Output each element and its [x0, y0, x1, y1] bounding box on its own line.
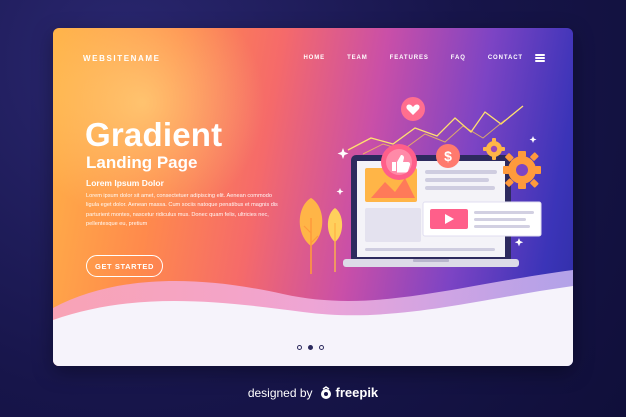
- video-card: [422, 201, 542, 237]
- credit-prefix: designed by: [247, 385, 313, 400]
- slider-dot-1[interactable]: [297, 345, 302, 350]
- landing-card: WEBSITENAME HOME TEAM FEATURES FAQ CONTA…: [53, 28, 573, 366]
- slider-dot-2[interactable]: [308, 345, 313, 350]
- svg-text:$: $: [444, 148, 452, 164]
- credit: designed by freepik: [0, 385, 626, 400]
- freepik-logo[interactable]: freepik: [319, 385, 379, 400]
- slider-dot-3[interactable]: [319, 345, 324, 350]
- heart-icon: [401, 97, 425, 121]
- freepik-brand: freepik: [335, 385, 379, 400]
- gear-icon: [503, 151, 541, 189]
- freepik-logo-icon: [320, 385, 331, 399]
- slider-dots: [297, 345, 324, 350]
- like-icon: [381, 144, 417, 180]
- page-background: WEBSITENAME HOME TEAM FEATURES FAQ CONTA…: [0, 0, 626, 417]
- dollar-icon: $: [436, 144, 460, 168]
